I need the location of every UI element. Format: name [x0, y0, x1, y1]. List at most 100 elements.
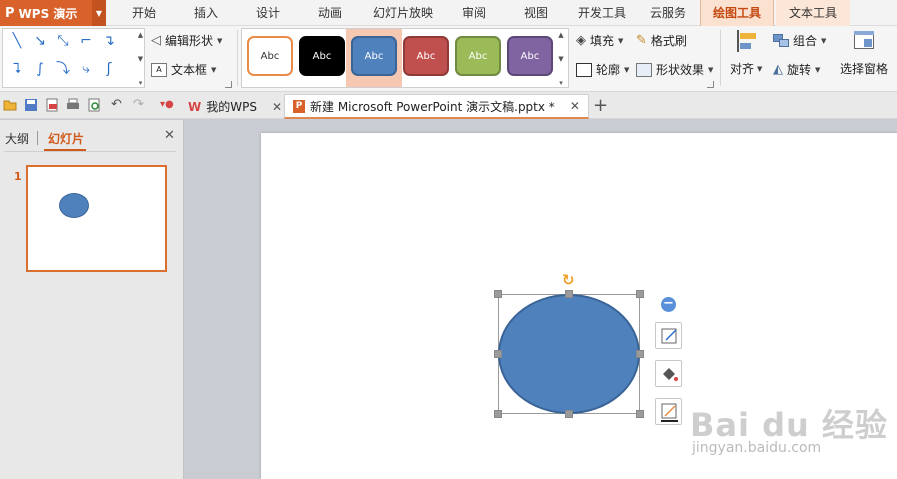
text-box-button[interactable]: A 文本框 ▼ [151, 61, 216, 78]
elbow-arrow-connector-icon[interactable]: ↴ [101, 33, 117, 49]
panel-divider [4, 151, 176, 152]
resize-handle-bottom-right[interactable] [636, 410, 644, 418]
float-fill-button[interactable] [655, 360, 682, 387]
tab-text-tools[interactable]: 文本工具 [776, 0, 850, 26]
print-preview-icon[interactable] [87, 98, 101, 112]
gallery-more-icon[interactable]: ▾ [559, 79, 563, 87]
scroll-up-icon[interactable]: ▲ [558, 31, 563, 39]
elbow-double-arrow-icon[interactable]: ⮧ [9, 61, 25, 77]
tab-animation[interactable]: 动画 [304, 0, 356, 26]
rotate-button[interactable]: ◭ 旋转 ▼ [773, 61, 820, 78]
align-button[interactable]: 对齐 ▼ [730, 30, 762, 77]
align-label-row: 对齐 ▼ [730, 60, 762, 77]
text-box-label: 文本框 [171, 63, 208, 77]
style-gallery-scrollbar[interactable]: ▲ ▼ ▾ [555, 31, 567, 87]
close-icon[interactable]: ✕ [164, 128, 175, 143]
export-pdf-icon[interactable] [45, 98, 59, 112]
shape-style-purple[interactable]: Abc [507, 36, 553, 76]
float-outline-button[interactable] [655, 398, 682, 425]
scroll-down-icon[interactable]: ▼ [138, 55, 143, 63]
resize-handle-right[interactable] [636, 350, 644, 358]
shape-style-green[interactable]: Abc [455, 36, 501, 76]
close-icon[interactable]: ✕ [272, 100, 282, 114]
ellipse-shape[interactable] [498, 294, 640, 414]
dialog-launcher-icon[interactable] [707, 81, 714, 88]
close-icon[interactable]: ✕ [570, 99, 580, 113]
resize-handle-top-left[interactable] [494, 290, 502, 298]
tab-cloud[interactable]: 云服务 [640, 0, 696, 26]
menu-bar: P WPS 演示 ▼ 开始 插入 设计 动画 幻灯片放映 审阅 视图 开发工具 … [0, 0, 897, 26]
tab-outline[interactable]: 大纲 [5, 130, 29, 147]
rotate-handle-icon[interactable]: ↻ [562, 271, 575, 289]
resize-handle-top-right[interactable] [636, 290, 644, 298]
tab-review[interactable]: 审阅 [448, 0, 500, 26]
add-tab-icon[interactable]: + [593, 95, 608, 116]
tab-home[interactable]: 开始 [118, 0, 170, 26]
scroll-down-icon[interactable]: ▼ [558, 55, 563, 63]
undo-icon[interactable]: ↶ [111, 98, 125, 112]
group-button[interactable]: 组合 ▼ [773, 32, 826, 49]
tab-design[interactable]: 设计 [242, 0, 294, 26]
resize-handle-left[interactable] [494, 350, 502, 358]
app-name: WPS 演示 [18, 6, 78, 21]
shape-style-white[interactable]: Abc [247, 36, 293, 76]
line-shape-icon[interactable]: ╲ [9, 33, 25, 49]
chevron-down-icon: ▼ [217, 36, 223, 45]
open-folder-icon[interactable] [3, 98, 17, 112]
text-box-icon: A [151, 62, 167, 77]
selection-pane-button[interactable]: 选择窗格 [840, 30, 888, 77]
shape-effects-button[interactable]: 形状效果 ▼ [636, 61, 713, 78]
gallery-scrollbar[interactable]: ▲ ▼ ▾ [135, 31, 146, 87]
resize-handle-bottom-left[interactable] [494, 410, 502, 418]
double-arrow-shape-icon[interactable]: ⤡ [55, 33, 71, 49]
tab-drawing-tools[interactable]: 绘图工具 [700, 0, 774, 26]
edit-shape-button[interactable]: ◁ 编辑形状 ▼ [151, 32, 222, 49]
wps-logo-icon: P [5, 5, 15, 21]
curved-connector-icon[interactable]: ∫ [32, 61, 48, 77]
outline-pen-icon [576, 62, 592, 77]
line-shapes-gallery[interactable]: ╲ ↘ ⤡ ⌐ ↴ ⮧ ∫ ⤵ ⤷ ʃ ▲ ▼ ▾ [2, 28, 145, 88]
curved-double-arrow-icon[interactable]: ⤷ [78, 61, 94, 77]
gallery-more-icon[interactable]: ▾ [139, 79, 143, 87]
resize-handle-top[interactable] [565, 290, 573, 298]
app-menu-dropdown-icon[interactable]: ▼ [92, 0, 106, 26]
save-icon[interactable] [24, 98, 38, 112]
freeform-curve-icon[interactable]: ʃ [101, 61, 117, 77]
outline-button[interactable]: 轮廓 ▼ [576, 61, 629, 78]
resize-handle-bottom[interactable] [565, 410, 573, 418]
slides-panel: 大纲 幻灯片 ✕ 1 [0, 120, 184, 479]
print-icon[interactable] [66, 98, 80, 112]
tab-insert[interactable]: 插入 [180, 0, 232, 26]
slide-thumbnail[interactable] [26, 165, 167, 272]
shape-style-blue[interactable]: Abc [351, 36, 397, 76]
tab-presentation-label: 新建 Microsoft PowerPoint 演示文稿.pptx * [310, 99, 555, 114]
style-label: Abc [468, 50, 488, 62]
shape-style-red[interactable]: Abc [403, 36, 449, 76]
tab-view[interactable]: 视图 [510, 0, 562, 26]
redo-icon[interactable]: ↷ [133, 98, 147, 112]
chevron-down-icon: ▼ [624, 65, 630, 74]
tab-developer[interactable]: 开发工具 [570, 0, 634, 26]
elbow-connector-icon[interactable]: ⌐ [78, 33, 94, 49]
arrow-line-shape-icon[interactable]: ↘ [32, 33, 48, 49]
collapse-toolbar-icon[interactable]: − [661, 297, 676, 312]
dialog-launcher-icon[interactable] [225, 81, 232, 88]
outline-pen-icon [661, 403, 678, 422]
fill-button[interactable]: ◈ 填充 ▼ [576, 32, 623, 49]
shape-style-black[interactable]: Abc [299, 36, 345, 76]
tab-slides[interactable]: 幻灯片 [48, 130, 84, 147]
shape-effects-icon [636, 62, 652, 77]
format-painter-button[interactable]: ✎ 格式刷 [636, 32, 687, 49]
float-edit-shape-button[interactable] [655, 322, 682, 349]
style-label: Abc [364, 50, 384, 62]
chevron-down-icon: ▼ [211, 65, 217, 74]
document-tab-bar: ↶ ↷ ▾● W 我的WPS ✕ P 新建 Microsoft PowerPoi… [0, 92, 897, 119]
scroll-up-icon[interactable]: ▲ [138, 31, 143, 39]
paint-bucket-icon [663, 368, 678, 381]
tab-slideshow[interactable]: 幻灯片放映 [366, 0, 440, 26]
customize-quick-access-icon[interactable]: ▾● [160, 98, 174, 112]
tab-presentation[interactable]: P 新建 Microsoft PowerPoint 演示文稿.pptx * ✕ [284, 94, 589, 119]
app-menu-button[interactable]: P WPS 演示 [0, 0, 92, 26]
curved-arrow-connector-icon[interactable]: ⤵ [55, 61, 71, 77]
tab-my-wps[interactable]: W 我的WPS ✕ [180, 94, 290, 119]
